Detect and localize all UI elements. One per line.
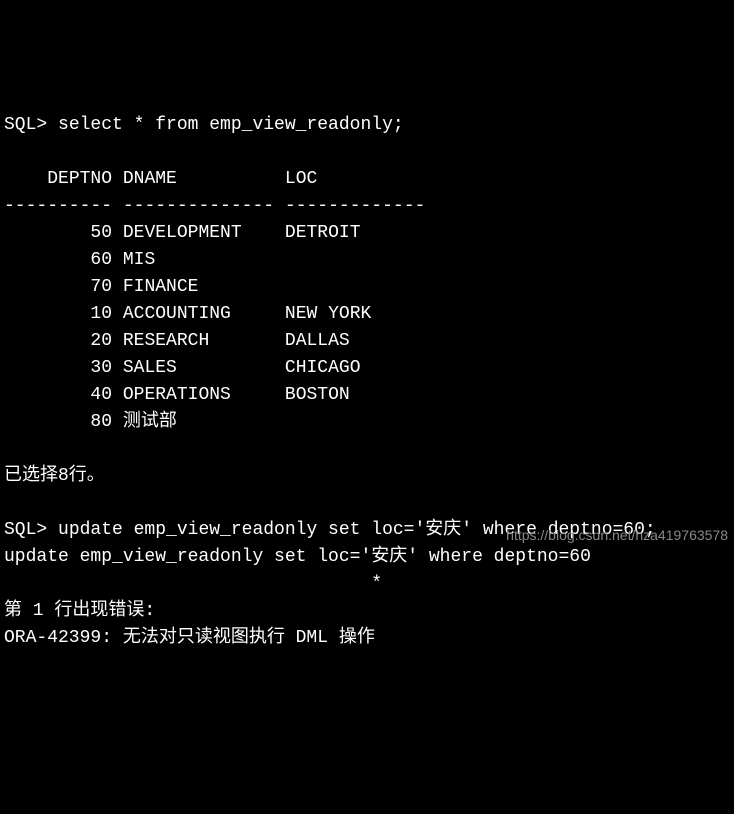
cell-dname: MIS xyxy=(123,250,155,270)
cell-loc: DETROIT xyxy=(285,223,361,243)
cell-dname: SALES xyxy=(123,358,177,378)
col-header-deptno: DEPTNO xyxy=(47,169,112,189)
cell-dname: 测试部 xyxy=(123,412,177,432)
cell-deptno: 20 xyxy=(90,331,112,351)
cell-dname: OPERATIONS xyxy=(123,385,231,405)
separator-col2: -------------- xyxy=(123,196,274,216)
rowcount-message: 已选择8行。 xyxy=(4,466,105,486)
terminal-output: SQL> select * from emp_view_readonly; DE… xyxy=(4,112,730,652)
cell-deptno: 60 xyxy=(90,250,112,270)
cell-loc: NEW YORK xyxy=(285,304,371,324)
watermark-text: https://blog.csdn.net/hza419763578 xyxy=(506,525,728,546)
col-header-dname: DNAME xyxy=(123,169,177,189)
sql-query-select: select * from emp_view_readonly; xyxy=(58,115,404,135)
separator-col3: ------------- xyxy=(285,196,425,216)
cell-loc: DALLAS xyxy=(285,331,350,351)
cell-dname: ACCOUNTING xyxy=(123,304,231,324)
error-header: 第 1 行出现错误: xyxy=(4,601,155,621)
cell-dname: DEVELOPMENT xyxy=(123,223,242,243)
cell-deptno: 70 xyxy=(90,277,112,297)
cell-loc: BOSTON xyxy=(285,385,350,405)
cell-deptno: 80 xyxy=(90,412,112,432)
cell-deptno: 40 xyxy=(90,385,112,405)
cell-deptno: 30 xyxy=(90,358,112,378)
error-marker: * xyxy=(4,574,382,594)
echo-line: update emp_view_readonly set loc='安庆' wh… xyxy=(4,547,591,567)
sql-prompt[interactable]: SQL> xyxy=(4,115,58,135)
cell-loc: CHICAGO xyxy=(285,358,361,378)
error-message: ORA-42399: 无法对只读视图执行 DML 操作 xyxy=(4,628,375,648)
cell-deptno: 10 xyxy=(90,304,112,324)
cell-dname: FINANCE xyxy=(123,277,199,297)
cell-dname: RESEARCH xyxy=(123,331,209,351)
separator-col1: ---------- xyxy=(4,196,112,216)
cell-deptno: 50 xyxy=(90,223,112,243)
col-header-loc: LOC xyxy=(285,169,317,189)
sql-prompt[interactable]: SQL> xyxy=(4,520,58,540)
